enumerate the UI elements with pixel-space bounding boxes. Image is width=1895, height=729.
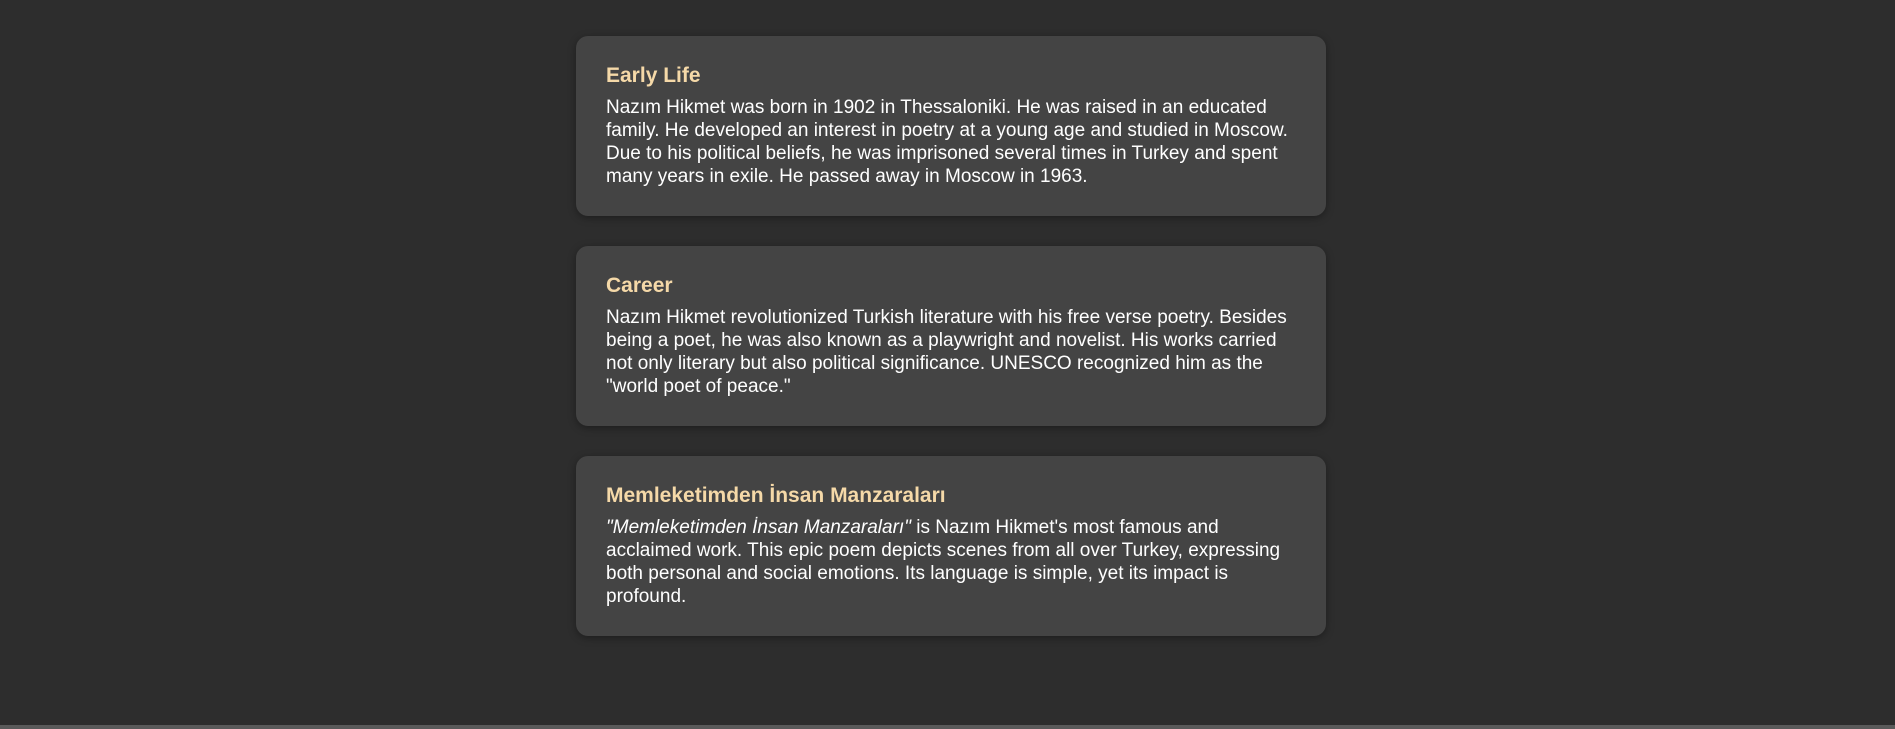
section-title: Memleketimden İnsan Manzaraları xyxy=(606,484,946,507)
section-body: "Memleketimden İnsan Manzaraları" is Naz… xyxy=(606,516,1296,608)
section-career: Career Nazım Hikmet revolutionized Turki… xyxy=(576,246,1326,426)
section-early-life: Early Life Nazım Hikmet was born in 1902… xyxy=(576,36,1326,216)
section-title: Early Life xyxy=(606,64,701,87)
section-body: Nazım Hikmet was born in 1902 in Thessal… xyxy=(606,97,1288,187)
bottom-edge xyxy=(0,725,1895,729)
work-title-emphasis: "Memleketimden İnsan Manzaraları" xyxy=(606,517,911,538)
section-title: Career xyxy=(606,274,673,297)
content: Early Life Nazım Hikmet was born in 1902… xyxy=(576,36,1326,666)
section-body: Nazım Hikmet revolutionized Turkish lite… xyxy=(606,307,1287,397)
section-famous-work: Memleketimden İnsan Manzaraları "Memleke… xyxy=(576,456,1326,636)
